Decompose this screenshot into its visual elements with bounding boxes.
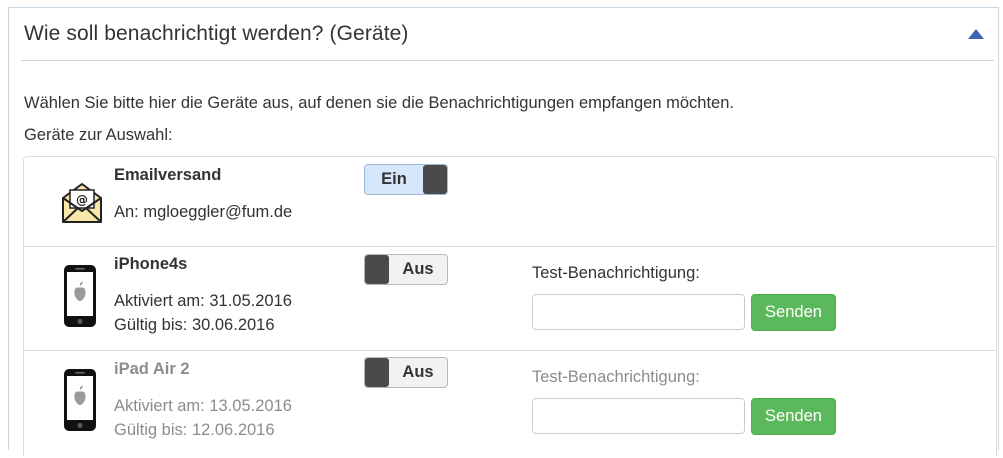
toggle-label: Aus [402,260,434,278]
toggle-label: Aus [402,363,434,381]
device-valid-until: Gültig bis: 12.06.2016 [114,421,275,439]
device-valid-until: Gültig bis: 30.06.2016 [114,316,275,334]
toggle-knob [423,165,447,194]
toggle-knob [365,255,389,284]
ipad-icon [64,369,96,431]
iphone-toggle[interactable]: Aus [364,254,448,285]
device-activated-date: Aktiviert am: 13.05.2016 [114,397,292,415]
device-row-iphone: iPhone4s Aktiviert am: 31.05.2016 Gültig… [24,246,996,351]
toggle-label: Ein [381,170,407,188]
divider [21,60,994,61]
choice-label: Geräte zur Auswahl: [24,126,173,144]
device-list: @ Emailversand An: mgloeggler@fum.de Ein… [23,156,997,456]
device-row-ipad: iPad Air 2 Aktiviert am: 13.05.2016 Gült… [24,350,996,458]
test-notification-input[interactable] [532,398,745,434]
device-name: iPad Air 2 [114,360,190,378]
iphone-icon [64,265,96,327]
email-toggle[interactable]: Ein [364,164,448,195]
device-name: iPhone4s [114,255,188,273]
ipad-toggle[interactable]: Aus [364,357,448,388]
svg-text:@: @ [76,193,88,207]
test-notification-label: Test-Benachrichtigung: [532,368,700,386]
panel-title: Wie soll benachrichtigt werden? (Geräte) [24,22,409,45]
device-row-email: @ Emailversand An: mgloeggler@fum.de Ein [24,157,996,246]
send-button[interactable]: Senden [751,398,836,435]
notification-devices-panel: Wie soll benachrichtigt werden? (Geräte)… [8,7,999,456]
device-email-address: An: mgloeggler@fum.de [114,203,293,221]
device-name: Emailversand [114,166,222,184]
test-notification-input[interactable] [532,294,745,330]
toggle-knob [365,358,389,387]
test-notification-label: Test-Benachrichtigung: [532,264,700,282]
triangle-up-icon[interactable] [967,28,985,40]
intro-text: Wählen Sie bitte hier die Geräte aus, au… [24,94,734,112]
device-activated-date: Aktiviert am: 31.05.2016 [114,292,292,310]
email-envelope-icon: @ [62,183,102,223]
send-button[interactable]: Senden [751,294,836,331]
